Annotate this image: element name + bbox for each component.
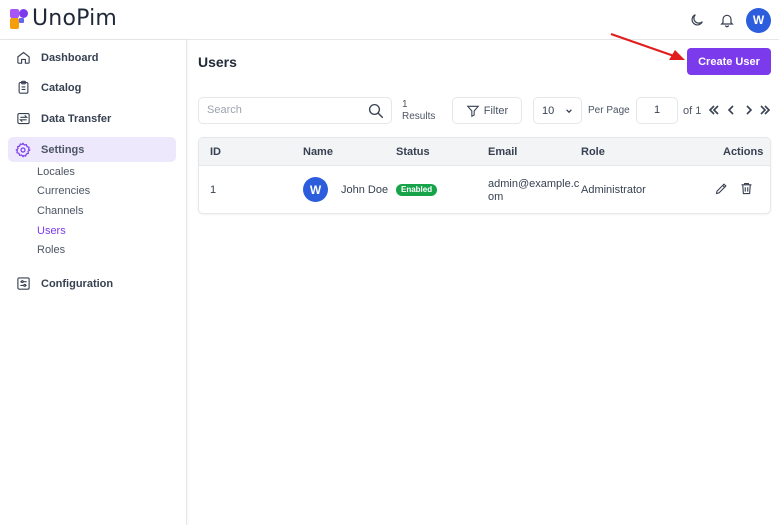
filter-icon	[466, 105, 480, 117]
webkul-logo-icon: W	[310, 183, 322, 197]
column-header-email[interactable]: Email	[488, 146, 517, 158]
cell-role: Administrator	[581, 184, 646, 196]
sidebar: Dashboard Catalog Data Transfer Settings…	[0, 40, 187, 525]
chevrons-right-icon	[760, 105, 771, 115]
last-page-button[interactable]	[758, 102, 772, 118]
chevron-left-icon	[727, 105, 734, 115]
svg-text:W: W	[753, 13, 765, 27]
cell-id: 1	[210, 184, 217, 196]
chevron-right-icon	[746, 105, 753, 115]
home-icon	[14, 49, 32, 67]
transfer-icon	[14, 110, 32, 128]
annotation-arrow-icon	[610, 32, 685, 60]
results-count-label: Results	[402, 111, 436, 122]
sidebar-subitem-users[interactable]: Users	[37, 225, 66, 237]
clipboard-icon	[14, 79, 32, 97]
per-page-value: 10	[542, 104, 555, 117]
sidebar-item-data-transfer[interactable]: Data Transfer	[8, 106, 176, 131]
previous-page-button[interactable]	[724, 102, 738, 118]
sidebar-item-label: Dashboard	[41, 51, 99, 64]
brand-name: UnoPim	[32, 6, 118, 31]
page-number-input[interactable]: 1	[636, 97, 678, 124]
search-input[interactable]	[207, 104, 357, 116]
sidebar-item-catalog[interactable]: Catalog	[8, 75, 176, 100]
sidebar-subitem-locales[interactable]: Locales	[37, 166, 75, 178]
sidebar-item-label: Catalog	[41, 81, 82, 94]
sidebar-item-configuration[interactable]: Configuration	[8, 271, 176, 296]
next-page-button[interactable]	[742, 102, 756, 118]
results-count-value: 1	[402, 99, 408, 110]
dark-mode-toggle[interactable]	[684, 7, 710, 33]
avatar: W	[303, 177, 328, 202]
column-header-name[interactable]: Name	[303, 146, 333, 158]
chevron-down-icon	[566, 109, 572, 114]
sidebar-item-label: Data Transfer	[41, 112, 112, 125]
filter-label: Filter	[483, 104, 509, 117]
sidebar-subitem-channels[interactable]: Channels	[37, 205, 83, 217]
user-avatar-button[interactable]: W	[746, 7, 771, 33]
column-header-status[interactable]: Status	[396, 146, 430, 158]
cell-email-line2: om	[488, 191, 504, 203]
sidebar-subitem-roles[interactable]: Roles	[37, 244, 65, 256]
table-header: ID Name Status Email Role Actions	[199, 138, 770, 166]
unopim-logo-icon	[8, 7, 30, 31]
first-page-button[interactable]	[707, 102, 721, 118]
moon-icon	[691, 14, 703, 26]
sliders-icon	[14, 275, 32, 293]
delete-button[interactable]	[737, 179, 755, 197]
webkul-logo-icon: W	[753, 13, 765, 27]
per-page-label: Per Page	[588, 105, 630, 116]
notifications-button[interactable]	[714, 7, 740, 33]
results-count: 1 Results	[402, 99, 435, 123]
cell-email-line1: admin@example.c	[488, 178, 580, 190]
cell-name: John Doe	[341, 184, 389, 196]
trash-icon	[741, 182, 751, 194]
filter-button[interactable]: Filter	[452, 97, 522, 124]
edit-button[interactable]	[712, 179, 730, 197]
create-user-button[interactable]: Create User	[687, 48, 771, 75]
column-header-actions: Actions	[723, 146, 764, 158]
page-total-label: of 1	[683, 105, 702, 117]
per-page-select[interactable]: 10	[533, 97, 582, 124]
column-header-id[interactable]: ID	[210, 146, 221, 158]
search-icon[interactable]	[367, 102, 385, 120]
column-header-role[interactable]: Role	[581, 146, 605, 158]
bell-icon	[720, 14, 734, 28]
brand-logo[interactable]: UnoPim	[8, 6, 117, 31]
sidebar-item-label: Configuration	[41, 277, 114, 290]
page-title: Users	[198, 54, 237, 70]
search-field[interactable]	[198, 97, 392, 124]
sidebar-item-label: Settings	[41, 143, 85, 156]
sidebar-item-dashboard[interactable]: Dashboard	[8, 45, 176, 70]
pencil-icon	[715, 182, 727, 194]
gear-icon	[14, 141, 32, 159]
chevrons-left-icon	[708, 105, 719, 115]
users-table: ID Name Status Email Role Actions 1 W Jo…	[198, 137, 771, 214]
status-badge: Enabled	[396, 184, 438, 196]
svg-text:W: W	[310, 183, 322, 197]
sidebar-subitem-currencies[interactable]: Currencies	[37, 185, 90, 197]
sidebar-item-settings[interactable]: Settings	[8, 137, 176, 162]
